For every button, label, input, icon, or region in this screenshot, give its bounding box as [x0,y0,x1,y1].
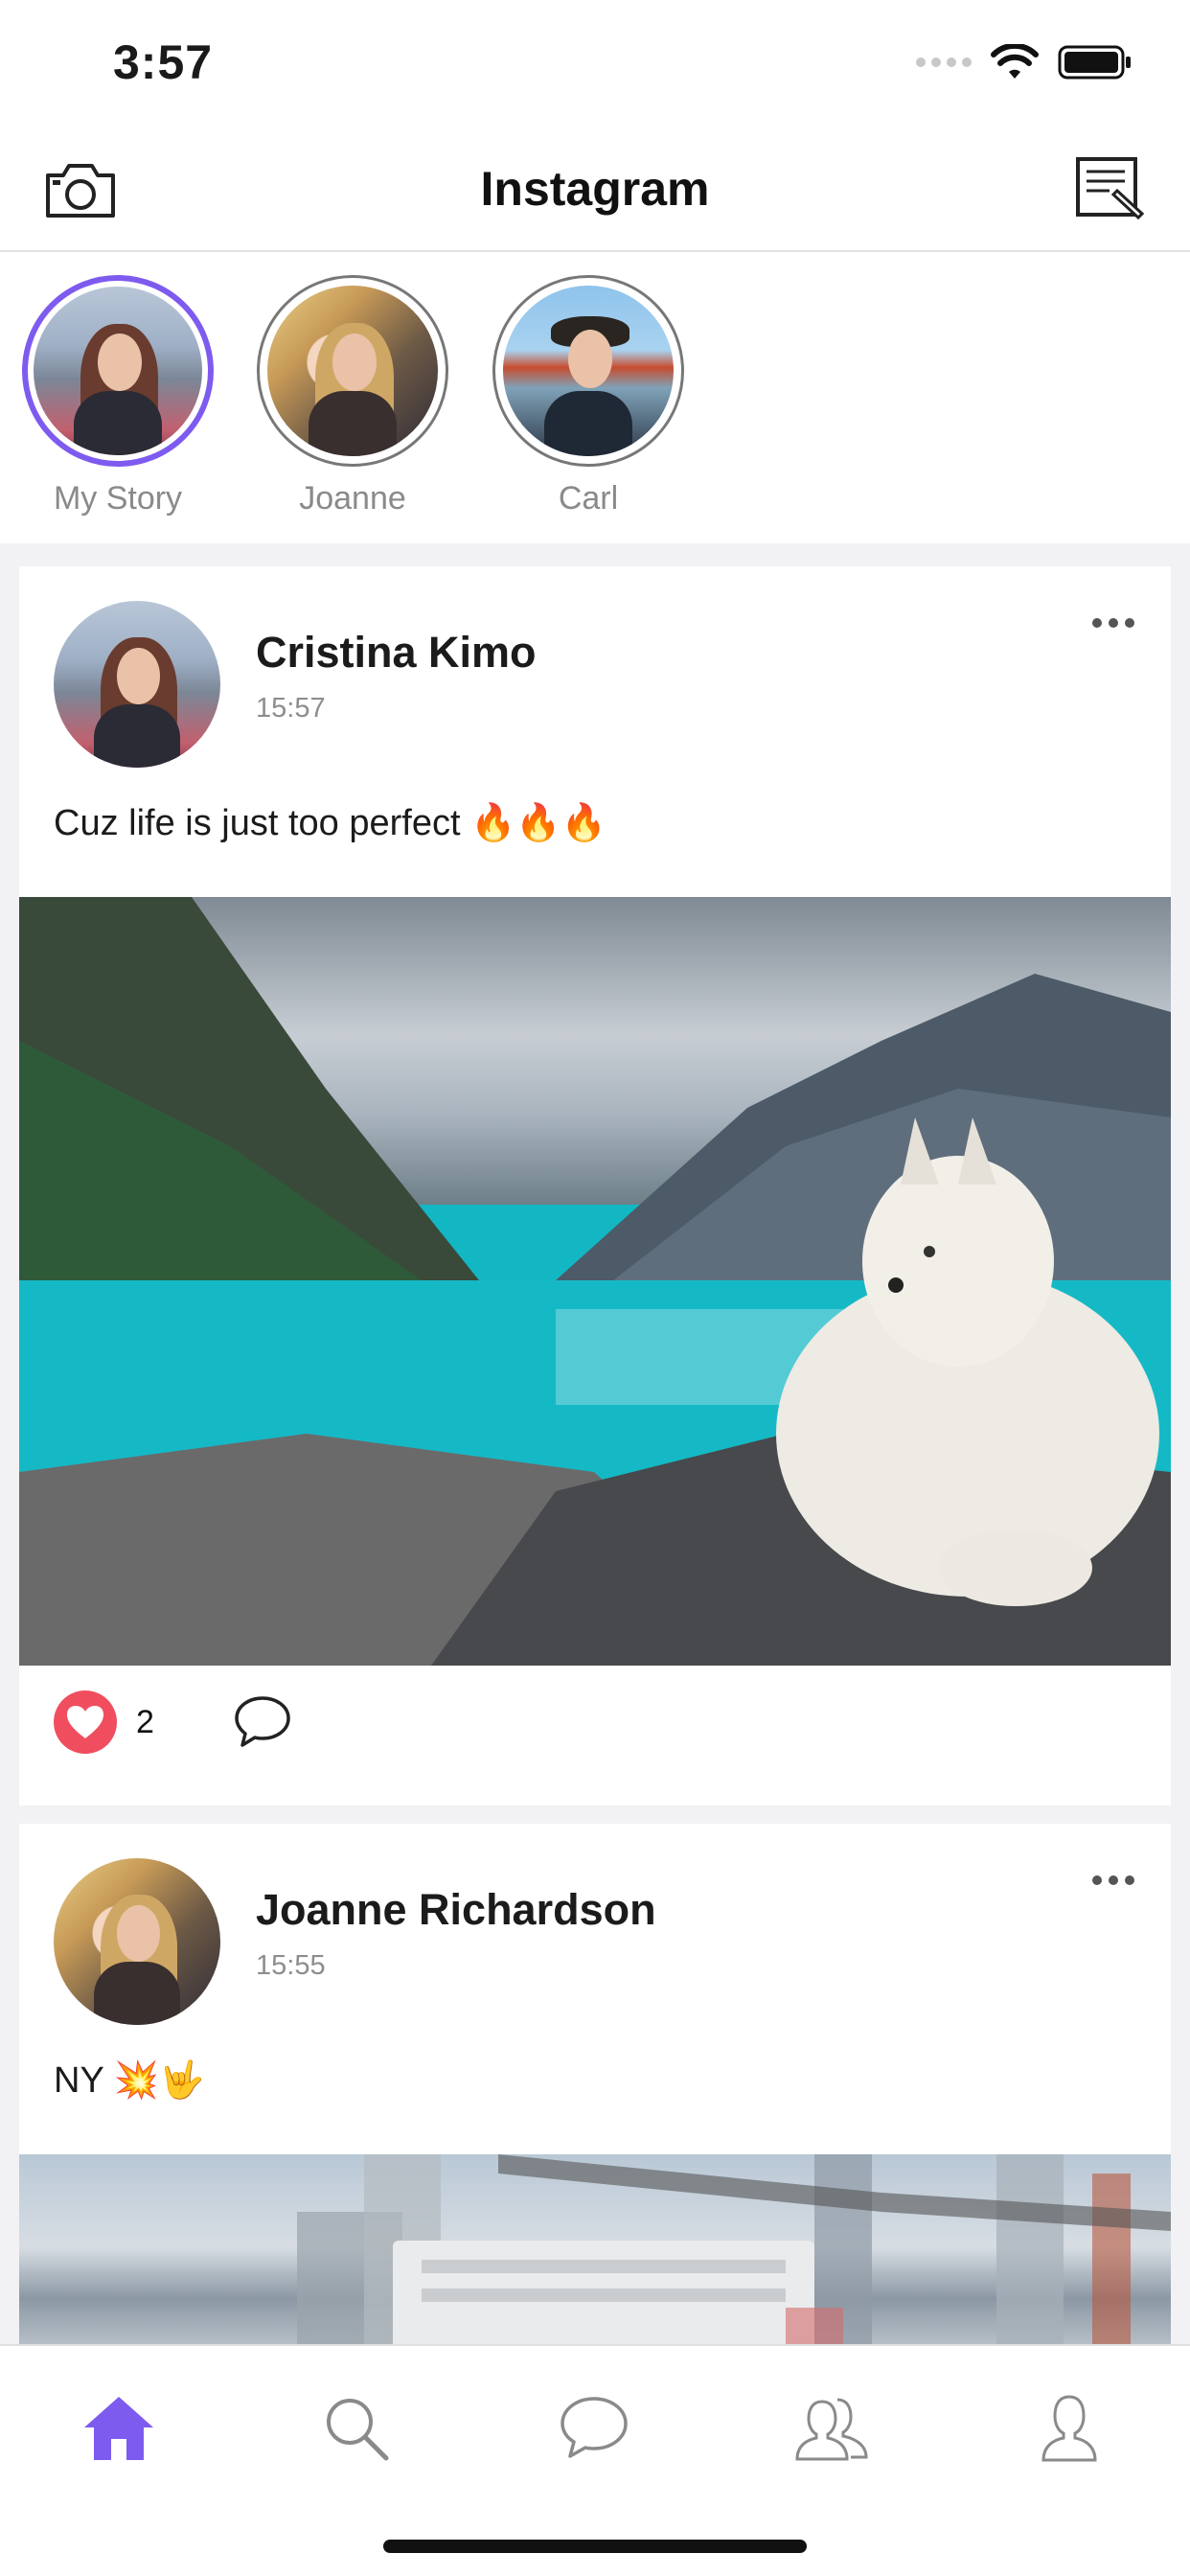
avatar [267,286,438,456]
tab-search[interactable] [309,2380,404,2476]
signal-icon [916,58,972,67]
story-carl[interactable]: Carl [492,275,684,518]
avatar [503,286,674,456]
comment-icon [235,1696,290,1747]
post-image[interactable] [19,897,1171,1666]
navbar: Instagram [0,125,1190,252]
story-ring [257,275,448,467]
more-options-button[interactable] [1087,612,1140,633]
post-caption: Cuz life is just too perfect 🔥🔥🔥 [54,803,607,843]
tab-home[interactable] [71,2380,167,2476]
status-indicators [916,44,1133,80]
tab-profile[interactable] [1021,2380,1117,2476]
like-count: 2 [136,1703,154,1740]
like-button[interactable] [54,1690,117,1754]
post-card: Cristina Kimo 15:57 Cuz life is just too… [19,566,1171,1806]
story-ring [492,275,684,467]
search-icon [327,2399,389,2461]
post-author-avatar[interactable] [54,601,220,768]
compose-icon [1076,157,1144,220]
home-indicator[interactable] [383,2540,807,2553]
comment-button[interactable] [231,1690,294,1754]
post-timestamp: 15:55 [256,1950,326,1981]
profile-icon [1041,2395,1097,2462]
home-icon [84,2397,153,2460]
chat-icon [561,2397,628,2458]
friends-icon [795,2398,868,2461]
more-options-button[interactable] [1087,1870,1140,1891]
story-ring [22,275,214,467]
heart-icon [67,1706,103,1738]
tab-messages[interactable] [546,2380,642,2476]
post-author-name[interactable]: Joanne Richardson [256,1885,656,1935]
battery-icon [1058,45,1131,80]
post-image[interactable] [19,2154,1171,2360]
status-bar: 3:57 [0,0,1190,125]
story-my-story[interactable]: My Story [22,275,214,518]
post-timestamp: 15:57 [256,693,326,724]
stories-bar: My Story Joanne Carl [0,252,1190,543]
post-author-avatar[interactable] [54,1858,220,2025]
story-label: Joanne [299,480,406,517]
post-author-name[interactable]: Cristina Kimo [256,628,537,678]
post-caption: NY 💥🤟 [54,2060,205,2101]
wifi-icon [991,44,1039,79]
status-time: 3:57 [113,35,214,89]
story-label: My Story [53,480,183,517]
tab-friends[interactable] [784,2380,880,2476]
story-joanne[interactable]: Joanne [257,275,448,518]
compose-button[interactable] [1071,155,1148,224]
post-actions: 2 [54,1689,294,1756]
page-title: Instagram [480,162,710,216]
story-label: Carl [558,480,619,517]
tab-bar [0,2344,1190,2576]
avatar [34,287,202,455]
post-card: Joanne Richardson 15:55 NY 💥🤟 [19,1824,1171,2360]
